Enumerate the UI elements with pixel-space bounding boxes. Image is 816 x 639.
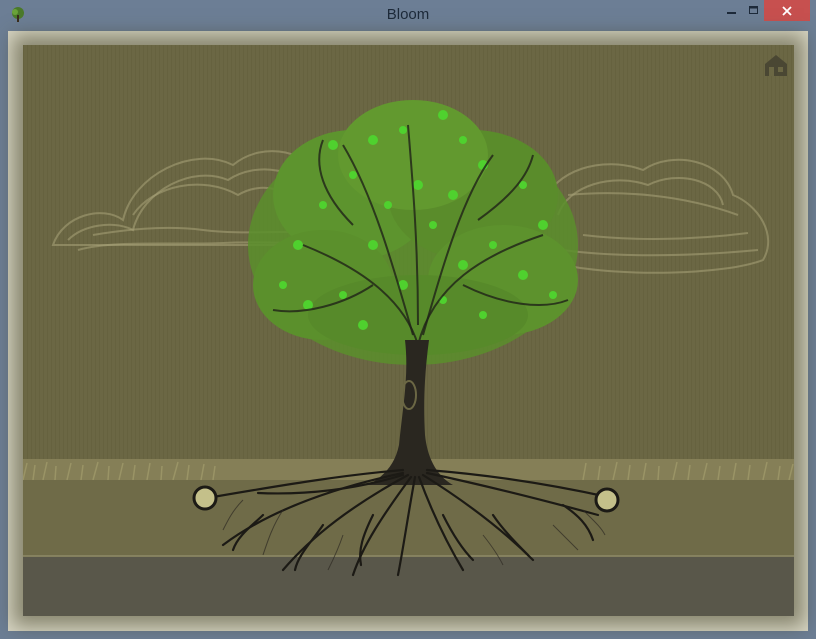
home-button[interactable] <box>763 52 789 78</box>
maximize-icon <box>748 5 758 14</box>
close-button[interactable] <box>764 0 810 21</box>
home-icon <box>765 55 787 76</box>
window-title: Bloom <box>386 6 430 23</box>
game-scene[interactable] <box>23 45 794 616</box>
minimize-icon <box>726 11 736 14</box>
client-area <box>8 31 808 631</box>
scene-canvas[interactable] <box>23 45 794 616</box>
bedrock-layer <box>23 557 794 616</box>
root-node-left[interactable] <box>192 485 218 511</box>
title-bar[interactable]: Bloom <box>0 0 816 30</box>
close-icon <box>782 5 792 16</box>
app-window: Bloom <box>0 0 816 639</box>
root-node-right[interactable] <box>594 487 620 513</box>
